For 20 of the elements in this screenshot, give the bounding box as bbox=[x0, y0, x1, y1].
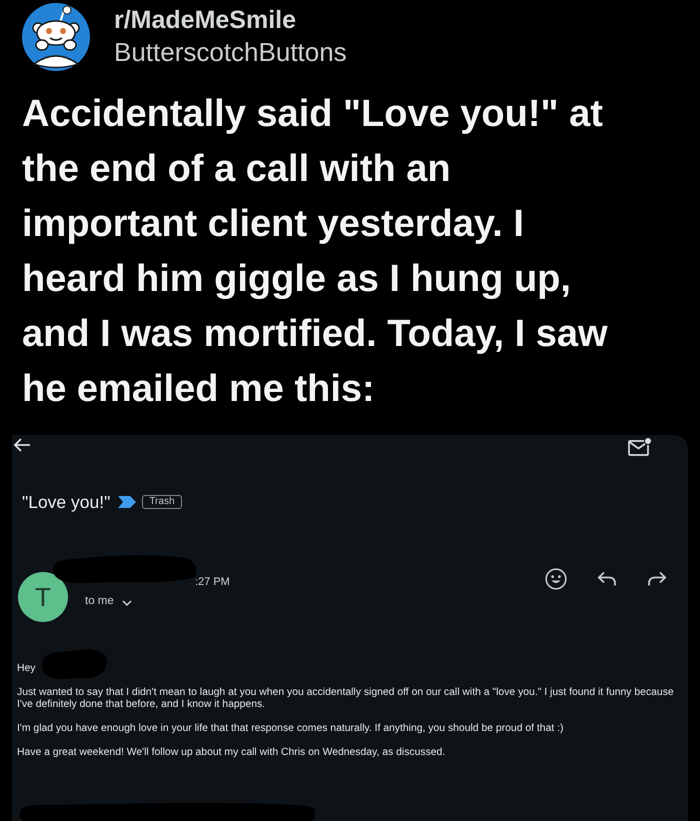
reply-icon[interactable] bbox=[597, 571, 617, 587]
sender-avatar: T bbox=[18, 572, 68, 622]
email-subject: "Love you!" bbox=[22, 492, 110, 512]
sent-time: :27 PM bbox=[195, 575, 230, 589]
email-paragraph: Have a great weekend! We'll follow up about my call with Chris on Wednesday, as discussed. bbox=[17, 747, 446, 759]
recipient-text: to me bbox=[85, 594, 114, 608]
smiley-icon[interactable] bbox=[545, 568, 567, 590]
greeting-text: Hey bbox=[17, 663, 36, 675]
folder-label: Trash bbox=[142, 495, 182, 509]
mail-icon[interactable] bbox=[628, 437, 652, 456]
post-title: Accidentally said "Love you!" at the end of a call with an important client yesterday. I heard him giggle as I hung up, and I was mortified. Today, I saw he emailed me this: bbox=[22, 92, 609, 412]
back-arrow-icon[interactable] bbox=[13, 437, 31, 453]
forward-icon[interactable] bbox=[647, 571, 667, 587]
username[interactable]: ButterscotchButtons bbox=[114, 35, 347, 69]
email-paragraph: Just wanted to say that I didn't mean to laugh at you when you accidentally signed off on our call with a "love you." I just found it funny because I've definitely done that before, and I know it happens. bbox=[17, 687, 675, 711]
email-paragraph: I'm glad you have enough love in your life that that response comes naturally. If anything, you should be proud of that :) bbox=[17, 723, 564, 735]
chevron-down-icon[interactable] bbox=[122, 600, 132, 606]
redaction-mark bbox=[39, 648, 109, 680]
mascot-avatar-icon bbox=[22, 3, 90, 71]
subreddit-name[interactable]: r/MadeMeSmile bbox=[114, 5, 296, 35]
